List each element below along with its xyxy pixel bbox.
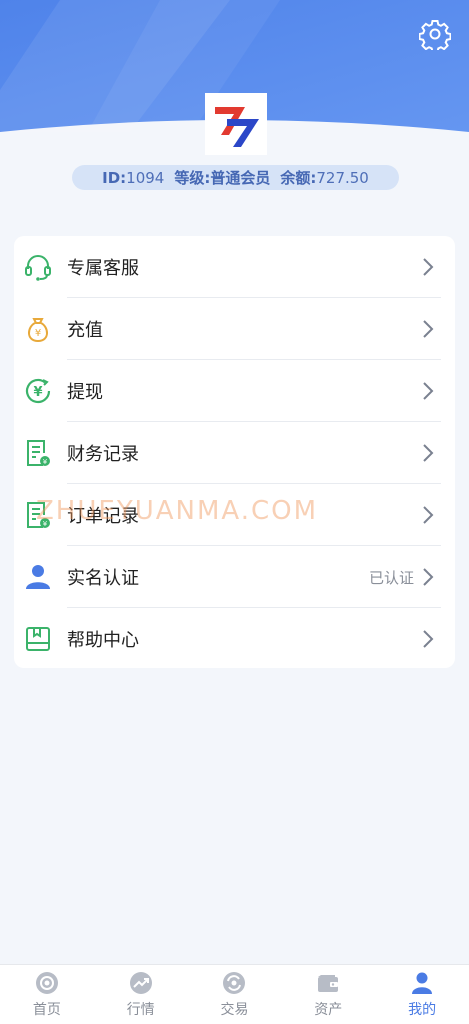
menu-item-help-center[interactable]: 帮助中心 — [14, 608, 455, 670]
tab-home[interactable]: 首页 — [0, 965, 94, 1024]
finance-record-icon: ¥ — [27, 440, 50, 466]
menu-item-customer-service[interactable]: 专属客服 — [14, 236, 455, 298]
menu-item-label: 提现 — [67, 382, 103, 403]
wallet-icon — [318, 975, 339, 992]
chevron-right-icon — [423, 568, 434, 586]
menu-item-withdraw[interactable]: ¥ 提现 — [14, 360, 455, 422]
member-balance: 余额:727.50 — [280, 169, 369, 187]
menu-item-label: 财务记录 — [67, 444, 139, 465]
svg-text:¥: ¥ — [33, 385, 42, 400]
help-book-icon — [26, 627, 50, 651]
menu-item-label: 实名认证 — [67, 568, 139, 589]
chevron-right-icon — [423, 506, 434, 524]
bottom-tab-bar: 首页 行情 交易 资产 我的 — [0, 964, 469, 1024]
home-icon — [35, 972, 58, 994]
tab-profile[interactable]: 我的 — [375, 965, 469, 1024]
chevron-right-icon — [423, 320, 434, 338]
tab-assets[interactable]: 资产 — [281, 965, 375, 1024]
menu-item-label: 专属客服 — [67, 258, 139, 279]
chevron-right-icon — [423, 382, 434, 400]
member-level: 等级:普通会员 — [174, 169, 271, 187]
svg-text:¥: ¥ — [43, 458, 48, 466]
menu-item-label: 订单记录 — [67, 506, 139, 527]
menu-item-order-records[interactable]: ¥ 订单记录 — [14, 484, 455, 546]
menu-card: 专属客服 ¥ 充值 ¥ 提现 ¥ 财务记录 ¥ 订单记录 实名认证 已认证 帮助… — [14, 236, 455, 668]
member-info-bar: ID:1094 等级:普通会员 余额:727.50 — [72, 165, 399, 190]
money-bag-icon: ¥ — [28, 318, 48, 343]
tab-label: 我的 — [408, 1002, 437, 1018]
menu-item-recharge[interactable]: ¥ 充值 — [14, 298, 455, 360]
menu-item-label: 帮助中心 — [67, 630, 139, 651]
app-logo — [205, 93, 267, 155]
logo-77-icon — [215, 107, 259, 147]
chevron-right-icon — [423, 444, 434, 462]
member-id: ID:1094 — [102, 168, 165, 187]
headset-icon — [25, 255, 51, 281]
market-icon — [129, 972, 152, 994]
trade-icon — [223, 972, 246, 994]
tab-label: 资产 — [314, 1002, 343, 1018]
menu-item-real-name-verification[interactable]: 实名认证 已认证 — [14, 546, 455, 608]
svg-text:¥: ¥ — [43, 520, 48, 528]
svg-text:¥: ¥ — [35, 328, 41, 339]
verification-status: 已认证 — [368, 568, 414, 587]
tab-label: 行情 — [126, 1002, 155, 1018]
tab-label: 交易 — [220, 1002, 249, 1018]
tab-trade[interactable]: 交易 — [188, 965, 282, 1024]
chevron-right-icon — [423, 630, 434, 648]
menu-item-finance-records[interactable]: ¥ 财务记录 — [14, 422, 455, 484]
order-record-icon: ¥ — [27, 502, 50, 528]
menu-item-label: 充值 — [67, 320, 103, 341]
chevron-right-icon — [423, 258, 434, 276]
tab-market[interactable]: 行情 — [94, 965, 188, 1024]
profile-icon — [412, 972, 433, 994]
tab-label: 首页 — [32, 1002, 61, 1018]
settings-gear-icon[interactable] — [418, 18, 452, 53]
user-icon — [26, 565, 50, 589]
yen-withdraw-icon: ¥ — [25, 378, 51, 404]
